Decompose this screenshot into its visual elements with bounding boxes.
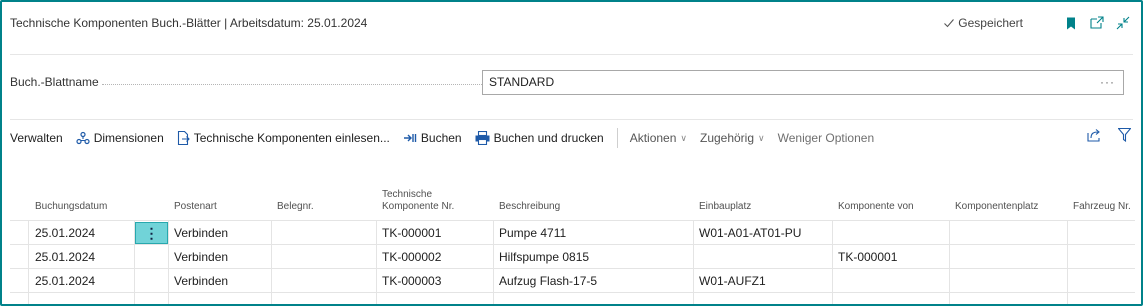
open-new-window-icon[interactable]: [1089, 15, 1105, 31]
grid-line: [376, 220, 377, 304]
lookup-button[interactable]: ···: [1100, 71, 1115, 94]
grid-line: [1067, 220, 1068, 304]
cell-buchungsdatum[interactable]: 25.01.2024: [35, 221, 95, 245]
col-header-einbauplatz[interactable]: Einbauplatz: [699, 201, 751, 213]
chevron-down-icon: ∨: [758, 132, 765, 143]
share-icon[interactable]: [1087, 128, 1102, 142]
actions-label: Aktionen: [629, 131, 677, 145]
col-header-tk-nr-line2[interactable]: Komponente Nr.: [382, 201, 454, 213]
grid-line: [28, 220, 29, 304]
cell-postenart[interactable]: Verbinden: [174, 245, 228, 269]
col-header-fahrzeug[interactable]: Fahrzeug Nr.: [1073, 201, 1131, 213]
grid-line: [168, 220, 169, 304]
post-and-print-label: Buchen und drucken: [493, 131, 604, 145]
import-document-icon: [177, 131, 190, 145]
cell-postenart[interactable]: Verbinden: [174, 221, 228, 245]
filter-icon[interactable]: [1118, 128, 1131, 142]
actions-menu[interactable]: Aktionen ∨: [630, 131, 687, 145]
manage-menu[interactable]: Verwalten: [10, 131, 63, 145]
journal-name-value: STANDARD: [489, 75, 555, 89]
grid-line: [271, 220, 272, 304]
col-header-belegnr[interactable]: Belegnr.: [277, 201, 314, 213]
col-header-komponente-von[interactable]: Komponente von: [838, 201, 914, 213]
page-title: Technische Komponenten Buch.-Blätter | A…: [10, 16, 368, 30]
manage-label: Verwalten: [10, 131, 63, 145]
table-row[interactable]: 25.01.2024 Verbinden TK-000002 Hilfspump…: [10, 244, 1135, 268]
bookmark-icon[interactable]: [1063, 15, 1079, 31]
page-frame: Technische Komponenten Buch.-Blätter | A…: [0, 0, 1143, 306]
cell-postenart[interactable]: Verbinden: [174, 269, 228, 293]
related-label: Zugehörig: [699, 131, 755, 145]
import-components-button[interactable]: Technische Komponenten einlesen...: [177, 131, 390, 145]
col-header-komponentenplatz[interactable]: Komponentenplatz: [955, 201, 1038, 213]
page-header: Technische Komponenten Buch.-Blätter | A…: [10, 12, 1131, 34]
cell-beschreibung[interactable]: Pumpe 4711: [499, 221, 566, 245]
cell-einbauplatz[interactable]: W01-AUFZ1: [699, 269, 766, 293]
grid-line: [832, 220, 833, 304]
toolbar-right-icons: [1071, 128, 1131, 142]
post-label: Buchen: [420, 131, 462, 145]
cell-beschreibung[interactable]: Aufzug Flash-17-5: [499, 269, 597, 293]
post-icon: [403, 134, 417, 142]
col-header-tk-nr-line1[interactable]: Technische: [382, 189, 432, 201]
table-row[interactable]: 25.01.2024 ⋮ Verbinden TK-000001 Pumpe 4…: [10, 220, 1135, 244]
col-header-beschreibung[interactable]: Beschreibung: [499, 201, 560, 213]
cell-einbauplatz[interactable]: W01-A01-AT01-PU: [699, 221, 801, 245]
cell-buchungsdatum[interactable]: 25.01.2024: [35, 269, 95, 293]
grid-line: [949, 220, 950, 304]
header-actions: Gespeichert: [943, 12, 1131, 34]
cell-tk-nr[interactable]: TK-000002: [382, 245, 441, 269]
cell-tk-nr[interactable]: TK-000001: [382, 221, 441, 245]
action-bar: Verwalten Dimensionen Technische Kompone…: [10, 126, 1131, 150]
dimensions-label: Dimensionen: [93, 131, 164, 145]
col-header-postenart[interactable]: Postenart: [174, 201, 217, 213]
check-icon: [944, 19, 955, 28]
cell-beschreibung[interactable]: Hilfspumpe 0815: [499, 245, 589, 269]
printer-icon: [475, 131, 490, 145]
header-divider: [10, 54, 1133, 55]
grid-line: [493, 220, 494, 304]
cell-komponente-von[interactable]: TK-000001: [838, 245, 897, 269]
dimensions-button[interactable]: Dimensionen: [76, 131, 164, 145]
saved-status: Gespeichert: [943, 16, 1023, 30]
collapse-icon[interactable]: [1115, 15, 1131, 31]
chevron-down-icon: ∨: [680, 132, 687, 143]
toolbar-divider: [10, 119, 1133, 120]
journal-name-label: Buch.-Blattname: [10, 75, 99, 89]
col-header-buchungsdatum[interactable]: Buchungsdatum: [35, 201, 107, 213]
grid-line: [693, 220, 694, 304]
cell-tk-nr[interactable]: TK-000003: [382, 269, 441, 293]
table-row[interactable]: 25.01.2024 Verbinden TK-000003 Aufzug Fl…: [10, 268, 1135, 292]
cell-buchungsdatum[interactable]: 25.01.2024: [35, 245, 95, 269]
journal-name-row: Buch.-Blattname STANDARD ···: [10, 68, 1124, 96]
post-button[interactable]: Buchen: [403, 131, 462, 145]
toolbar-separator: [616, 128, 618, 148]
dimensions-icon: [76, 131, 90, 145]
grid-line: [134, 220, 135, 304]
fewer-options-button[interactable]: Weniger Optionen: [778, 131, 875, 145]
post-and-print-button[interactable]: Buchen und drucken: [475, 131, 604, 145]
field-leader-dots: [102, 84, 482, 85]
row-menu-button[interactable]: ⋮: [135, 222, 168, 244]
journal-name-input[interactable]: STANDARD ···: [482, 70, 1124, 95]
table-row-partial: [10, 292, 1135, 304]
import-components-label: Technische Komponenten einlesen...: [193, 131, 390, 145]
related-menu[interactable]: Zugehörig ∨: [700, 131, 765, 145]
saved-label: Gespeichert: [958, 16, 1023, 30]
fewer-options-label: Weniger Optionen: [777, 131, 875, 145]
